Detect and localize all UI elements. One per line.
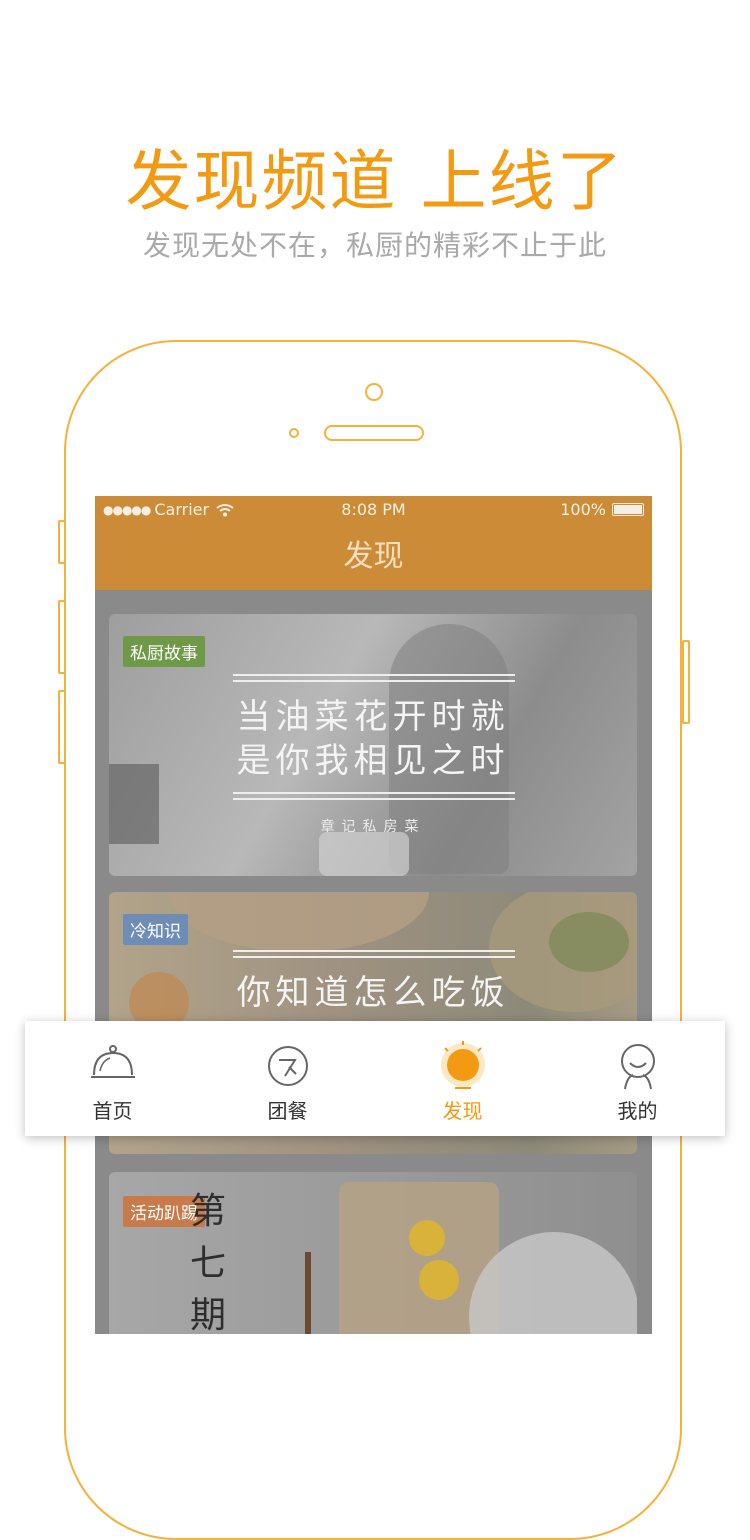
chopsticks-shape xyxy=(305,1252,311,1334)
title-rule xyxy=(233,674,515,676)
tab-label: 首页 xyxy=(92,1099,133,1123)
lemon-slice-shape xyxy=(419,1260,459,1300)
tab-group-meal[interactable]: 团餐 xyxy=(200,1021,375,1136)
person-icon xyxy=(620,1044,655,1090)
front-camera xyxy=(365,383,383,401)
card-title-line: 你知道怎么吃饭 xyxy=(236,973,510,1013)
phone-side-button xyxy=(58,690,66,764)
tab-profile[interactable]: 我的 xyxy=(550,1021,725,1136)
phone-side-button xyxy=(58,520,66,564)
app-screen: ●●●●● Carrier 8:08 PM 100% 发现 私厨故事 当油菜花开… xyxy=(95,496,652,1334)
status-right: 100% xyxy=(560,500,644,519)
activity-card[interactable]: 活动趴踢 第 七 期 xyxy=(109,1172,637,1334)
tab-discover[interactable]: 发现 xyxy=(375,1021,550,1136)
earpiece-speaker xyxy=(324,425,424,441)
tab-label: 团餐 xyxy=(267,1099,308,1123)
lemon-slice-shape xyxy=(409,1220,445,1256)
flatbread-photo-shape xyxy=(169,892,429,952)
tab-bar: 首页 团餐 发现 我的 xyxy=(25,1021,725,1136)
tab-label: 我的 xyxy=(617,1099,658,1123)
battery-percent: 100% xyxy=(560,500,606,519)
title-rule xyxy=(233,956,515,958)
poster-char: 七 xyxy=(189,1243,226,1284)
nav-title: 发现 xyxy=(95,524,652,590)
proximity-sensor xyxy=(289,428,299,438)
card-title-line: 当油菜花开时就 xyxy=(236,697,510,737)
phone-side-button xyxy=(58,600,66,674)
article-card[interactable]: 私厨故事 当油菜花开时就 是你我相见之时 章记私房菜 xyxy=(109,614,637,876)
title-rule xyxy=(233,798,515,800)
poster-text: 第 七 期 xyxy=(183,1186,233,1334)
title-rule xyxy=(233,792,515,794)
poster-char: 第 xyxy=(189,1191,226,1232)
category-tag: 私厨故事 xyxy=(123,636,205,667)
status-bar: ●●●●● Carrier 8:08 PM 100% xyxy=(95,496,652,524)
title-rule xyxy=(233,680,515,682)
battery-icon xyxy=(612,503,644,516)
promo-subline: 发现无处不在，私厨的精彩不止于此 xyxy=(142,229,607,262)
cloche-icon xyxy=(90,1045,135,1078)
title-rule xyxy=(233,950,515,952)
sun-icon xyxy=(440,1041,485,1089)
kitchen-photo-shape xyxy=(319,832,409,876)
salad-photo-shape xyxy=(549,912,629,972)
promo-headline: 发现频道 上线了 xyxy=(125,143,625,220)
tab-home[interactable]: 首页 xyxy=(25,1021,200,1136)
tab-label: 发现 xyxy=(442,1099,483,1123)
phone-side-button xyxy=(682,640,690,724)
card-subtitle: 章记私房菜 xyxy=(320,819,426,835)
group-meal-icon xyxy=(267,1046,308,1086)
card-title-line: 是你我相见之时 xyxy=(236,741,510,781)
poster-char: 期 xyxy=(189,1295,226,1334)
category-tag: 冷知识 xyxy=(123,914,188,945)
